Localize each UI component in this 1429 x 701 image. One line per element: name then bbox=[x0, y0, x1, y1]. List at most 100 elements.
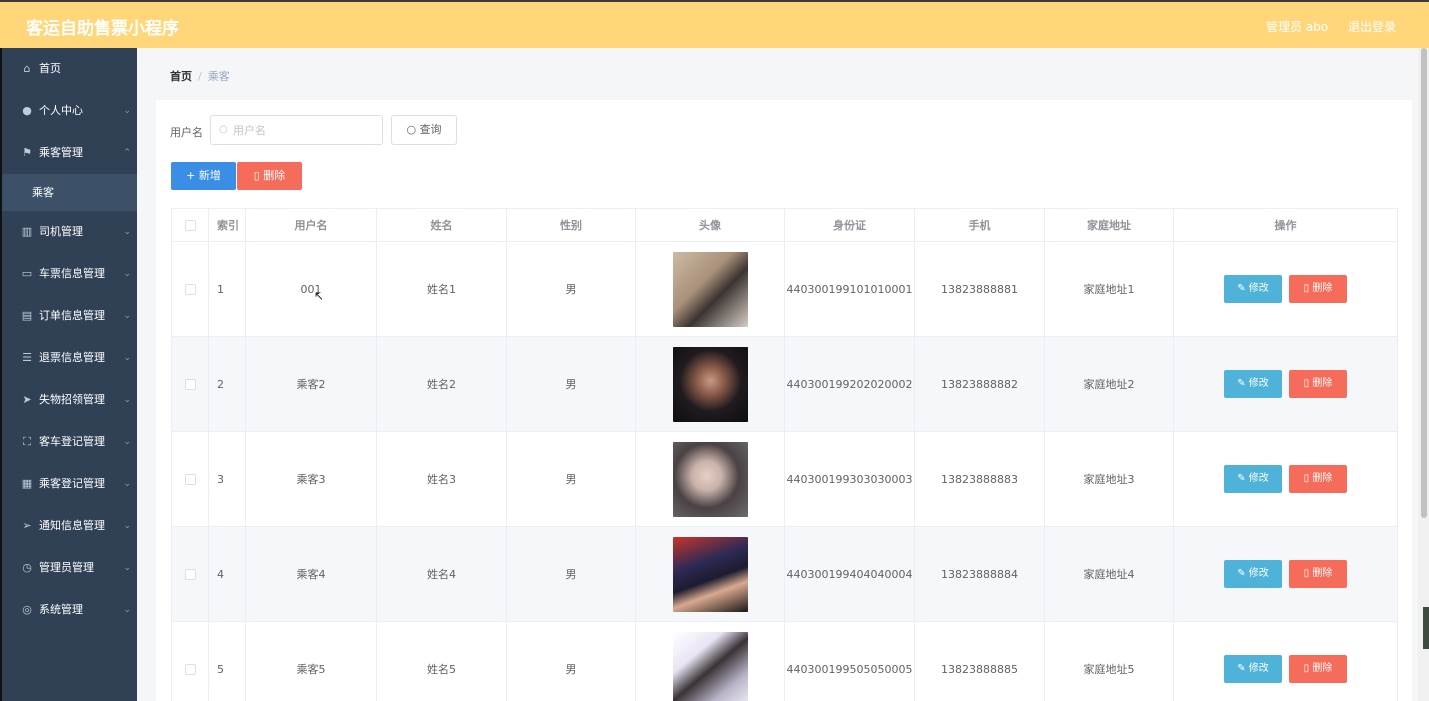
search-label: 用户名 bbox=[170, 126, 203, 139]
sidebar-item-label: 客车登记管理 bbox=[39, 435, 105, 448]
sidebar-subitem-passenger[interactable]: 乘客 bbox=[2, 174, 137, 211]
sidebar-item-bus-registration[interactable]: ⛶ 客车登记管理 ⌄ bbox=[2, 421, 137, 463]
row-select-cell bbox=[172, 242, 209, 336]
table-row: 4 乘客4 姓名4 男 440300199404040004 138238888… bbox=[172, 527, 1397, 622]
list-icon: ☰ bbox=[22, 351, 32, 364]
avatar[interactable] bbox=[672, 441, 748, 517]
logout-link[interactable]: 退出登录 bbox=[1348, 20, 1396, 34]
batch-delete-button[interactable]: ▯ 删除 bbox=[237, 162, 302, 190]
sidebar-item-label: 通知信息管理 bbox=[39, 519, 105, 532]
edit-icon: ✎ bbox=[1237, 663, 1249, 674]
sidebar-item-driver-management[interactable]: ▥ 司机管理 ⌄ bbox=[2, 211, 137, 253]
user-icon: ● bbox=[22, 104, 32, 117]
cell-id-card: 440300199101010001 bbox=[785, 242, 915, 336]
select-all-checkbox[interactable] bbox=[184, 219, 196, 231]
app-title: 客运自助售票小程序 bbox=[26, 19, 179, 39]
header-address: 家庭地址 bbox=[1045, 209, 1174, 241]
cell-actions: ✎ 修改 ▯ 删除 bbox=[1174, 337, 1397, 431]
sidebar-item-refund-info[interactable]: ☰ 退票信息管理 ⌄ bbox=[2, 337, 137, 379]
edit-button-label: 修改 bbox=[1248, 473, 1269, 484]
breadcrumb-separator: / bbox=[198, 70, 202, 83]
cell-name: 姓名4 bbox=[377, 527, 507, 621]
cell-actions: ✎ 修改 ▯ 删除 bbox=[1174, 527, 1397, 621]
delete-button[interactable]: ▯ 删除 bbox=[1289, 370, 1347, 398]
cell-username: 乘客2 bbox=[246, 337, 377, 431]
header-index: 索引 bbox=[209, 209, 246, 241]
chevron-down-icon: ⌄ bbox=[123, 269, 131, 279]
chevron-down-icon: ⌄ bbox=[123, 106, 131, 116]
avatar[interactable] bbox=[672, 346, 748, 422]
avatar[interactable] bbox=[672, 251, 748, 327]
cell-index: 4 bbox=[209, 527, 246, 621]
row-checkbox[interactable] bbox=[184, 568, 196, 580]
search-field[interactable]: ○ bbox=[210, 115, 383, 145]
cell-avatar bbox=[636, 337, 785, 431]
header-phone: 手机 bbox=[915, 209, 1045, 241]
sidebar-item-home[interactable]: ⌂ 首页 bbox=[2, 48, 137, 90]
edit-button-label: 修改 bbox=[1248, 283, 1269, 294]
mouse-cursor-icon: ↖ bbox=[314, 289, 325, 303]
sidebar-item-passenger-registration[interactable]: ▦ 乘客登记管理 ⌄ bbox=[2, 463, 137, 505]
sidebar-item-admin-management[interactable]: ◷ 管理员管理 ⌄ bbox=[2, 547, 137, 589]
chevron-down-icon: ⌄ bbox=[123, 227, 131, 237]
table-row: 2 乘客2 姓名2 男 440300199202020002 138238888… bbox=[172, 337, 1397, 432]
cell-index: 3 bbox=[209, 432, 246, 526]
row-checkbox[interactable] bbox=[184, 473, 196, 485]
query-button[interactable]: ○ 查询 bbox=[391, 115, 457, 145]
sidebar-item-lost-found[interactable]: ➤ 失物招领管理 ⌄ bbox=[2, 379, 137, 421]
edit-button[interactable]: ✎ 修改 bbox=[1224, 275, 1282, 303]
search-input[interactable] bbox=[233, 122, 373, 138]
table-row: 3 乘客3 姓名3 男 440300199303030003 138238888… bbox=[172, 432, 1397, 527]
passenger-card: 用户名 ○ ○ 查询 + 新增 ▯ 删除 索引 用户名 姓名 性别 头像 身份证… bbox=[156, 100, 1412, 701]
add-button-label: 新增 bbox=[198, 169, 221, 182]
header-actions: 管理员 abo 退出登录 bbox=[1250, 18, 1396, 35]
cell-phone: 13823888885 bbox=[915, 622, 1045, 701]
chevron-down-icon: ⌄ bbox=[123, 311, 131, 321]
edit-button[interactable]: ✎ 修改 bbox=[1224, 370, 1282, 398]
cell-phone: 13823888882 bbox=[915, 337, 1045, 431]
sidebar-item-ticket-info[interactable]: ▭ 车票信息管理 ⌄ bbox=[2, 253, 137, 295]
header-gender: 性别 bbox=[507, 209, 636, 241]
edit-button-label: 修改 bbox=[1248, 663, 1269, 674]
breadcrumb-home[interactable]: 首页 bbox=[170, 70, 192, 83]
row-checkbox[interactable] bbox=[184, 663, 196, 675]
cell-name: 姓名5 bbox=[377, 622, 507, 701]
delete-button[interactable]: ▯ 删除 bbox=[1289, 275, 1347, 303]
sidebar-item-system-management[interactable]: ◎ 系统管理 ⌄ bbox=[2, 589, 137, 631]
cell-actions: ✎ 修改 ▯ 删除 bbox=[1174, 242, 1397, 336]
cell-index: 1 bbox=[209, 242, 246, 336]
avatar[interactable] bbox=[672, 536, 748, 612]
sidebar-item-label: 司机管理 bbox=[39, 225, 83, 238]
row-checkbox[interactable] bbox=[184, 378, 196, 390]
edit-button[interactable]: ✎ 修改 bbox=[1224, 655, 1282, 683]
delete-button[interactable]: ▯ 删除 bbox=[1289, 655, 1347, 683]
cell-id-card: 440300199505050005 bbox=[785, 622, 915, 701]
delete-button[interactable]: ▯ 删除 bbox=[1289, 465, 1347, 493]
trash-icon: ▯ bbox=[253, 169, 264, 182]
cell-actions: ✎ 修改 ▯ 删除 bbox=[1174, 622, 1397, 701]
breadcrumb-current: 乘客 bbox=[207, 70, 230, 83]
delete-button[interactable]: ▯ 删除 bbox=[1289, 560, 1347, 588]
cell-username: 乘客3 bbox=[246, 432, 377, 526]
cell-id-card: 440300199202020002 bbox=[785, 337, 915, 431]
add-button[interactable]: + 新增 bbox=[171, 162, 236, 190]
row-checkbox[interactable] bbox=[184, 283, 196, 295]
edit-button[interactable]: ✎ 修改 bbox=[1224, 560, 1282, 588]
edit-icon: ✎ bbox=[1237, 473, 1249, 484]
avatar[interactable] bbox=[672, 631, 748, 701]
cell-address: 家庭地址1 bbox=[1045, 242, 1174, 336]
sidebar-item-personal-center[interactable]: ● 个人中心 ⌄ bbox=[2, 90, 137, 132]
table-row: 1 001 姓名1 男 440300199101010001 138238888… bbox=[172, 242, 1397, 337]
header-avatar: 头像 bbox=[636, 209, 785, 241]
admin-username[interactable]: 管理员 abo bbox=[1266, 20, 1328, 34]
sidebar-item-passenger-management[interactable]: ⚑ 乘客管理 ⌃ bbox=[2, 132, 137, 174]
sidebar-item-order-info[interactable]: ▤ 订单信息管理 ⌄ bbox=[2, 295, 137, 337]
header-name: 姓名 bbox=[377, 209, 507, 241]
plus-icon: + bbox=[186, 169, 199, 182]
cell-phone: 13823888884 bbox=[915, 527, 1045, 621]
edit-button[interactable]: ✎ 修改 bbox=[1224, 465, 1282, 493]
cell-gender: 男 bbox=[507, 622, 636, 701]
page-scrollbar-thumb[interactable] bbox=[1421, 48, 1427, 518]
sidebar-item-label: 首页 bbox=[39, 62, 61, 75]
sidebar-item-notifications[interactable]: ➢ 通知信息管理 ⌄ bbox=[2, 505, 137, 547]
